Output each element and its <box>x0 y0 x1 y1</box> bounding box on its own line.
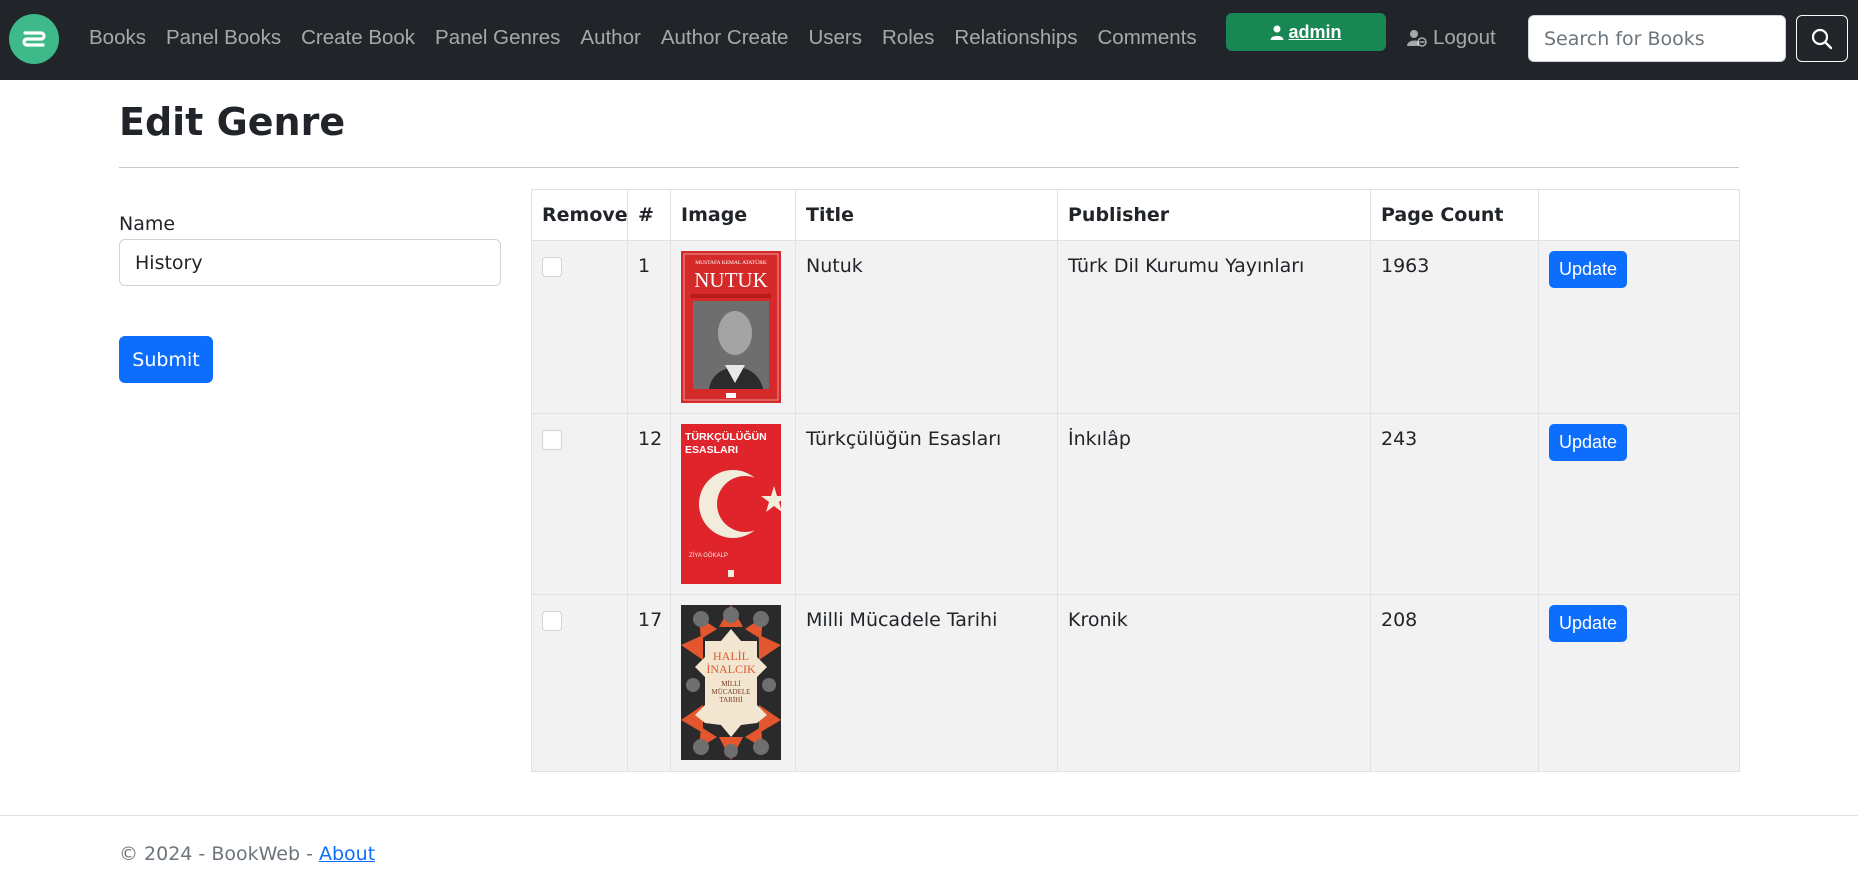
book-publisher: Kronik <box>1057 594 1371 772</box>
book-page-count: 243 <box>1370 413 1539 595</box>
column-header-page-count: Page Count <box>1370 189 1539 241</box>
cover-title-line1: TÜRKÇÜLÜĞÜN <box>685 430 767 443</box>
image-cell: TÜRKÇÜLÜĞÜN ESASLARI ZİYA GÖKALP <box>670 413 796 595</box>
nav-links: Books Panel Books Create Book Panel Genr… <box>79 0 1207 76</box>
update-button[interactable]: Update <box>1549 251 1627 288</box>
book-title: Milli Mücadele Tarihi <box>795 594 1058 772</box>
cover-title-text: NUTUK <box>694 268 768 292</box>
book-page-count: 208 <box>1370 594 1539 772</box>
actions-cell: Update <box>1538 594 1740 772</box>
books-table: Remove # Image Title Publisher Page Coun… <box>531 189 1740 772</box>
image-cell: MUSTAFA KEMAL ATATÜRK NUTUK <box>670 240 796 414</box>
cover-author-line1: HALİL <box>713 649 749 663</box>
nav-link-roles[interactable]: Roles <box>872 26 944 50</box>
brand-logo-icon <box>22 31 46 47</box>
book-publisher: İnkılâp <box>1057 413 1371 595</box>
books-table-wrapper: Remove # Image Title Publisher Page Coun… <box>531 189 1740 772</box>
admin-button[interactable]: admin <box>1226 13 1386 51</box>
nav-link-author-create[interactable]: Author Create <box>651 26 799 50</box>
divider <box>119 167 1739 168</box>
name-input[interactable] <box>119 239 501 286</box>
book-cover-milli-mucadele-tarihi: HALİL İNALCIK MİLLİ MÜCADELE TARİHİ <box>681 605 781 760</box>
update-button[interactable]: Update <box>1549 424 1627 461</box>
column-header-publisher: Publisher <box>1057 189 1371 241</box>
table-row: 1 MUSTAFA KEMAL ATATÜRK NUTUK Nutuk Türk… <box>531 240 1740 414</box>
nav-link-books[interactable]: Books <box>79 26 156 50</box>
nav-link-comments[interactable]: Comments <box>1087 26 1206 50</box>
nav-link-users[interactable]: Users <box>798 26 872 50</box>
cover-author-text: ZİYA GÖKALP <box>689 552 728 559</box>
update-button[interactable]: Update <box>1549 605 1627 642</box>
book-page-count: 1963 <box>1370 240 1539 414</box>
name-label: Name <box>119 213 176 235</box>
book-cover-nutuk: MUSTAFA KEMAL ATATÜRK NUTUK <box>681 251 781 403</box>
search-icon <box>1811 28 1833 49</box>
table-header-row: Remove # Image Title Publisher Page Coun… <box>531 189 1740 241</box>
column-header-number: # <box>627 189 671 241</box>
navbar: Books Panel Books Create Book Panel Genr… <box>0 0 1858 80</box>
cover-title-line3: TARİHİ <box>719 696 743 704</box>
brand-logo[interactable] <box>9 14 59 64</box>
cover-title-line2: ESASLARI <box>685 444 738 456</box>
remove-checkbox[interactable] <box>542 257 562 277</box>
book-title: Türkçülüğün Esasları <box>795 413 1058 595</box>
column-header-actions <box>1538 189 1740 241</box>
nav-link-author[interactable]: Author <box>570 26 650 50</box>
user-icon <box>1270 25 1284 40</box>
remove-checkbox[interactable] <box>542 611 562 631</box>
table-row: 17 HALİL İNALCIK MİLLİ MÜCADELE TARİHİ M… <box>531 594 1740 772</box>
logout-label: Logout <box>1433 26 1496 49</box>
remove-checkbox[interactable] <box>542 430 562 450</box>
cover-top-text: MUSTAFA KEMAL ATATÜRK <box>695 259 767 266</box>
admin-label: admin <box>1288 21 1342 42</box>
user-logout-icon <box>1407 30 1427 47</box>
logout-link[interactable]: Logout <box>1407 0 1496 76</box>
nav-link-relationships[interactable]: Relationships <box>944 26 1087 50</box>
page-title: Edit Genre <box>119 100 346 144</box>
footer: © 2024 - BookWeb - About <box>119 843 375 865</box>
actions-cell: Update <box>1538 240 1740 414</box>
search-button[interactable] <box>1796 15 1848 62</box>
remove-cell <box>531 240 628 414</box>
book-cover-turkculugun-esaslari: TÜRKÇÜLÜĞÜN ESASLARI ZİYA GÖKALP <box>681 424 781 584</box>
nav-link-panel-genres[interactable]: Panel Genres <box>425 26 570 50</box>
actions-cell: Update <box>1538 413 1740 595</box>
table-row: 12 TÜRKÇÜLÜĞÜN ESASLARI ZİYA GÖKALP Türk… <box>531 413 1740 595</box>
column-header-title: Title <box>795 189 1058 241</box>
search-input[interactable] <box>1528 15 1786 62</box>
book-id: 17 <box>627 594 671 772</box>
column-header-remove: Remove <box>531 189 628 241</box>
remove-cell <box>531 594 628 772</box>
nav-link-panel-books[interactable]: Panel Books <box>156 26 291 50</box>
cover-title-line1: MİLLİ <box>721 680 741 688</box>
image-cell: HALİL İNALCIK MİLLİ MÜCADELE TARİHİ <box>670 594 796 772</box>
cover-author-line2: İNALCIK <box>706 662 756 676</box>
book-publisher: Türk Dil Kurumu Yayınları <box>1057 240 1371 414</box>
cover-title-line2: MÜCADELE <box>712 688 751 696</box>
remove-cell <box>531 413 628 595</box>
footer-divider <box>0 815 1858 816</box>
about-link[interactable]: About <box>319 843 375 865</box>
nav-link-create-book[interactable]: Create Book <box>291 26 425 50</box>
submit-button[interactable]: Submit <box>119 336 213 383</box>
book-title: Nutuk <box>795 240 1058 414</box>
column-header-image: Image <box>670 189 796 241</box>
footer-copyright: © 2024 - BookWeb - <box>119 843 319 865</box>
book-id: 1 <box>627 240 671 414</box>
book-id: 12 <box>627 413 671 595</box>
